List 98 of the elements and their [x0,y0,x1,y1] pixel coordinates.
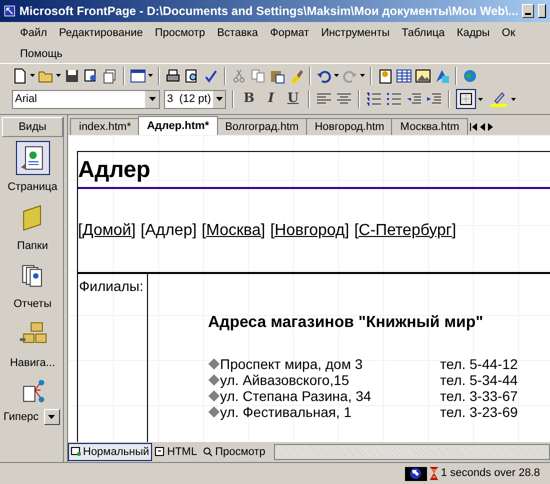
file-tab[interactable]: index.htm* [70,118,140,135]
nav-link[interactable]: [Домой] [78,218,136,242]
dropdown-caret-icon [148,97,156,101]
window-title: Microsoft FrontPage - D:\Documents and Settings\Maksim\Мои документы\Mou Web\... [19,3,518,20]
view-label: Папки [17,238,48,254]
maximize-button[interactable] [538,4,546,18]
menu-item[interactable]: Файл [14,24,54,42]
view-label: Отчеты [13,297,52,312]
dropdown-caret-icon [48,415,55,420]
bullet-icon [208,406,220,418]
dropdown-caret-icon [216,97,223,101]
address-text: Проспект мира, дом 3 [220,356,363,372]
highlight-icon[interactable] [491,91,507,107]
new-page-icon [12,68,28,84]
bullet-icon [208,390,220,402]
page-heading: Адлер [78,158,150,181]
dropdown-caret-icon [360,74,365,77]
copy-icon [250,68,266,84]
table-cell-text: Филиалы: [78,277,144,296]
picture-icon [415,68,431,84]
bullet-icon [208,374,220,386]
horizontal-scrollbar[interactable] [274,444,550,460]
scroll-first-icon[interactable] [470,123,478,131]
menu-item[interactable]: Кадры [450,24,496,42]
increase-indent-icon[interactable] [426,92,442,106]
nav-link[interactable]: [Новгород] [270,218,350,242]
view-label: Гиперс [4,410,40,425]
address-text: ул. Айвазовского,15 [220,372,350,388]
minimize-button[interactable] [522,4,534,18]
dropdown-caret-icon [148,74,153,77]
view-mode-tab[interactable]: HTML [152,443,200,461]
views-icon [130,68,146,84]
menu-item[interactable]: Редактирование [53,24,149,42]
views-panel-title: Виды [2,117,63,137]
menu-item[interactable]: Помощь [14,44,68,63]
dropdown-caret-icon [478,98,483,100]
view-mode-icon [203,447,214,457]
italic-button[interactable]: I [262,89,280,109]
file-tab[interactable]: Волгоград.htm [216,118,308,135]
publish-icon [83,68,99,84]
app-icon [4,3,16,19]
dropdown-caret-icon [511,98,516,100]
menu-item[interactable]: Вставка [211,24,264,42]
scroll-left-icon[interactable] [480,123,486,131]
scroll-right-icon[interactable] [488,123,494,131]
phone-text: тел. 3-33-67 [440,388,519,404]
nav-link[interactable]: [С-Петербург] [354,218,456,242]
align-left-icon[interactable] [316,92,332,106]
phone-text: тел. 5-44-12 [440,356,519,372]
bullet-list-icon[interactable] [386,92,402,106]
size-dropdown[interactable]: 3 (12 pt) [164,90,226,108]
borders-button[interactable] [456,89,476,109]
view-mode-tab[interactable]: Нормальный [68,443,152,461]
cut-icon [231,68,247,84]
print-icon [165,68,181,84]
component-icon [377,68,393,84]
menu-item[interactable]: Формат [264,24,316,42]
copy-pages-icon [102,68,118,84]
bullet-icon [208,358,220,370]
nav-text: [Адлер] [140,220,197,240]
address-text: ул. Степана Разина, 34 [220,388,372,404]
view-mode-tab[interactable]: Просмотр [200,443,268,461]
underline-button[interactable]: U [284,89,302,109]
view-label: Страница [8,180,58,195]
status-text: 1 seconds over 28.8 [440,466,540,482]
save-icon [64,68,80,84]
file-tab[interactable]: Новгород.htm [306,118,394,135]
phone-text: тел. 5-34-44 [440,372,519,388]
drawing-icon [434,68,450,84]
menu-item[interactable]: Инструменты [315,24,396,42]
dropdown-caret-icon [56,74,61,77]
file-tab[interactable]: Адлер.htm* [138,116,218,135]
hourglass-icon [430,467,438,480]
new-page-button[interactable] [12,66,35,86]
numbered-list-icon[interactable] [366,92,382,106]
view-button[interactable] [16,141,50,175]
address-text: ул. Фестивальная, 1 [220,404,352,420]
align-center-icon[interactable] [336,92,352,106]
table-icon [396,68,412,84]
view-mode-icon [155,447,166,457]
phone-text: тел. 3-23-69 [440,404,519,420]
view-label: Навига... [10,356,56,370]
connection-icon [404,466,427,480]
dropdown-caret-icon [30,74,35,77]
menu-item[interactable]: Таблица [396,24,451,42]
spelling-icon [203,68,219,84]
view-mode-icon [71,447,81,457]
font-dropdown[interactable]: Arial [12,90,160,108]
section-heading: Адреса магазинов "Книжный мир" [208,313,484,333]
dropdown-caret-icon [334,74,339,77]
menu-item[interactable]: Ок [496,24,522,42]
globe-icon [462,68,478,84]
decrease-indent-icon[interactable] [406,92,422,106]
menu-item[interactable]: Просмотр [148,24,212,42]
file-tab[interactable]: Москва.htm [391,118,468,135]
bold-button[interactable]: B [240,89,258,109]
more-views-button[interactable] [44,409,60,426]
nav-link[interactable]: [Москва] [202,218,266,242]
